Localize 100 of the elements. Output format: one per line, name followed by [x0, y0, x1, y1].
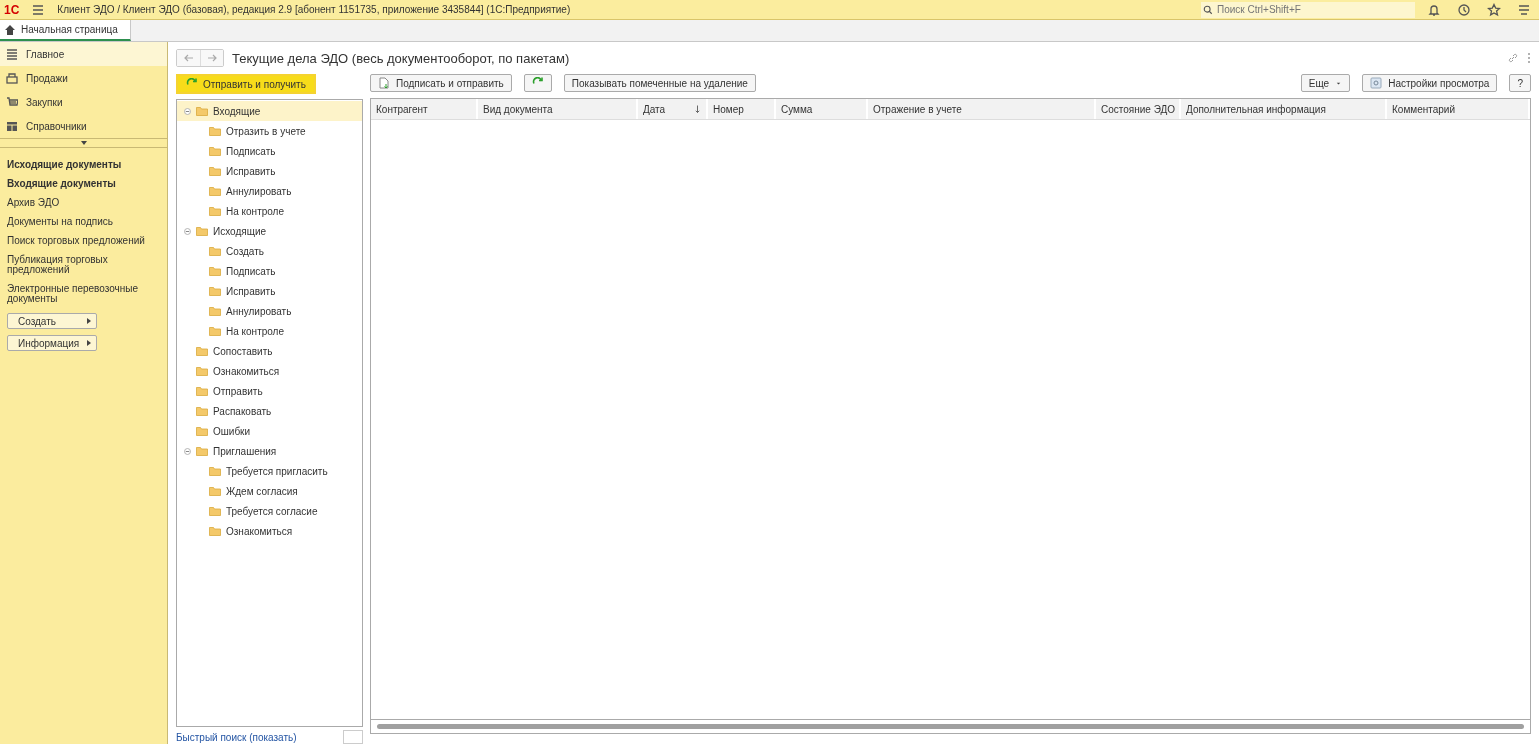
settings-icon	[1370, 77, 1383, 89]
table-icon	[6, 120, 18, 132]
star-icon[interactable]	[1487, 2, 1501, 17]
tree-item[interactable]: Распаковать	[177, 401, 362, 421]
folder-icon	[209, 506, 221, 516]
collapse-icon[interactable]	[184, 447, 191, 455]
tree-item[interactable]: Требуется пригласить	[177, 461, 362, 481]
folder-icon	[209, 146, 221, 156]
window-title: Клиент ЭДО / Клиент ЭДО (базовая), редакция 2.9 [абонент 1151735, приложение 3435844] (1С:Предприятие)	[57, 4, 572, 15]
tree-item[interactable]: Создать	[177, 241, 362, 261]
bell-icon[interactable]	[1427, 2, 1441, 17]
menu-icon[interactable]	[31, 2, 46, 17]
folder-icon	[196, 426, 208, 436]
send-receive-button[interactable]: Отправить и получить	[176, 74, 316, 94]
dropdown-button[interactable]: Информация	[7, 335, 97, 351]
quick-search-link[interactable]: Быстрый поиск (показать)	[176, 731, 297, 743]
page-title: Текущие дела ЭДО (весь документооборот, по пакетам)	[232, 50, 571, 66]
more-icon[interactable]	[1527, 52, 1531, 64]
column-header[interactable]: Дополнительная информация	[1181, 99, 1387, 119]
folder-icon	[196, 366, 208, 376]
folder-icon	[209, 266, 221, 276]
tree-item[interactable]: Исправить	[177, 161, 362, 181]
sign-send-button[interactable]: Подписать и отправить	[370, 74, 512, 92]
tree-item[interactable]: Исходящие	[177, 221, 362, 241]
folder-icon	[196, 446, 208, 456]
tree-item[interactable]: Подписать	[177, 141, 362, 161]
tree-item[interactable]: Входящие	[177, 101, 362, 121]
collapse-icon[interactable]	[184, 227, 191, 235]
column-header[interactable]: Отражение в учете	[868, 99, 1096, 119]
sort-arrow-icon	[694, 104, 701, 114]
folder-icon	[209, 126, 221, 136]
column-header[interactable]: Комментарий	[1387, 99, 1530, 119]
nav-link[interactable]: Входящие документы	[0, 175, 167, 194]
dropdown-button[interactable]: Создать	[7, 313, 97, 329]
nav-link[interactable]: Публикация торговых предложений	[0, 251, 167, 280]
folder-icon	[209, 306, 221, 316]
nav-link[interactable]: Электронные перевозочные документы	[0, 280, 167, 309]
column-header[interactable]: Дата	[638, 99, 708, 119]
tree-item[interactable]: Ошибки	[177, 421, 362, 441]
column-header[interactable]: Контрагент	[371, 99, 478, 119]
folder-icon	[209, 286, 221, 296]
caret-icon	[86, 339, 92, 347]
nav-link[interactable]: Архив ЭДО	[0, 194, 167, 213]
tree-item[interactable]: Отразить в учете	[177, 121, 362, 141]
tree-item[interactable]: Аннулировать	[177, 301, 362, 321]
more-button[interactable]: Еще	[1300, 74, 1351, 92]
tree-item[interactable]: Подписать	[177, 261, 362, 281]
folder-icon	[209, 166, 221, 176]
tree-item[interactable]: На контроле	[177, 321, 362, 341]
folder-icon	[209, 486, 221, 496]
tree-item[interactable]: Исправить	[177, 281, 362, 301]
folder-icon	[196, 346, 208, 356]
folder-icon	[196, 106, 208, 116]
history-icon[interactable]	[1457, 2, 1471, 17]
column-header[interactable]: Сумма	[776, 99, 868, 119]
nav-link[interactable]: Исходящие документы	[0, 156, 167, 175]
section-item[interactable]: Закупки	[0, 90, 167, 114]
folder-icon	[209, 326, 221, 336]
nav-link[interactable]: Поиск торговых предложений	[0, 232, 167, 251]
start-page-tab[interactable]: Начальная страница	[0, 20, 131, 41]
search-field[interactable]: Поиск Ctrl+Shift+F	[1215, 1, 1415, 18]
show-deleted-button[interactable]: Показывать помеченные на удаление	[563, 74, 756, 92]
menu-icon	[6, 48, 18, 60]
column-header[interactable]: Вид документа	[478, 99, 638, 119]
column-header[interactable]: Номер	[708, 99, 776, 119]
tree-item[interactable]: Ждем согласия	[177, 481, 362, 501]
app-logo[interactable]: 1С	[4, 2, 20, 17]
cart-icon	[6, 96, 18, 108]
tree-item[interactable]: На контроле	[177, 201, 362, 221]
tree-item[interactable]: Требуется согласие	[177, 501, 362, 521]
folder-icon	[196, 226, 208, 236]
caret-icon	[86, 317, 92, 325]
refresh-button[interactable]	[523, 74, 552, 92]
folder-icon	[209, 246, 221, 256]
search-icon	[1201, 1, 1215, 18]
section-item[interactable]: Продажи	[0, 66, 167, 90]
nav-link[interactable]: Документы на подпись	[0, 213, 167, 232]
column-header[interactable]: Состояние ЭДО	[1096, 99, 1181, 119]
folder-icon	[196, 386, 208, 396]
scrollbar-thumb[interactable]	[377, 724, 1524, 729]
collapse-icon[interactable]	[184, 107, 191, 115]
tree-item[interactable]: Ознакомиться	[177, 521, 362, 541]
tree-item[interactable]: Отправить	[177, 381, 362, 401]
folder-icon	[209, 466, 221, 476]
briefcase-icon	[6, 72, 18, 84]
tree-item[interactable]: Сопоставить	[177, 341, 362, 361]
left-arrow-icon	[182, 52, 195, 64]
view-settings-button[interactable]: Настройки просмотра	[1362, 74, 1498, 92]
home-icon	[4, 23, 16, 36]
folder-icon	[209, 526, 221, 536]
folder-icon	[209, 206, 221, 216]
section-item[interactable]: Справочники	[0, 114, 167, 138]
menu-icon[interactable]	[1517, 2, 1531, 17]
link-icon[interactable]	[1507, 52, 1519, 64]
section-item[interactable]: Главное	[0, 42, 167, 66]
tree-item[interactable]: Приглашения	[177, 441, 362, 461]
tree-item[interactable]: Ознакомиться	[177, 361, 362, 381]
help-button[interactable]: ?	[1509, 74, 1531, 92]
tree-item[interactable]: Аннулировать	[177, 181, 362, 201]
right-arrow-icon	[206, 52, 218, 64]
